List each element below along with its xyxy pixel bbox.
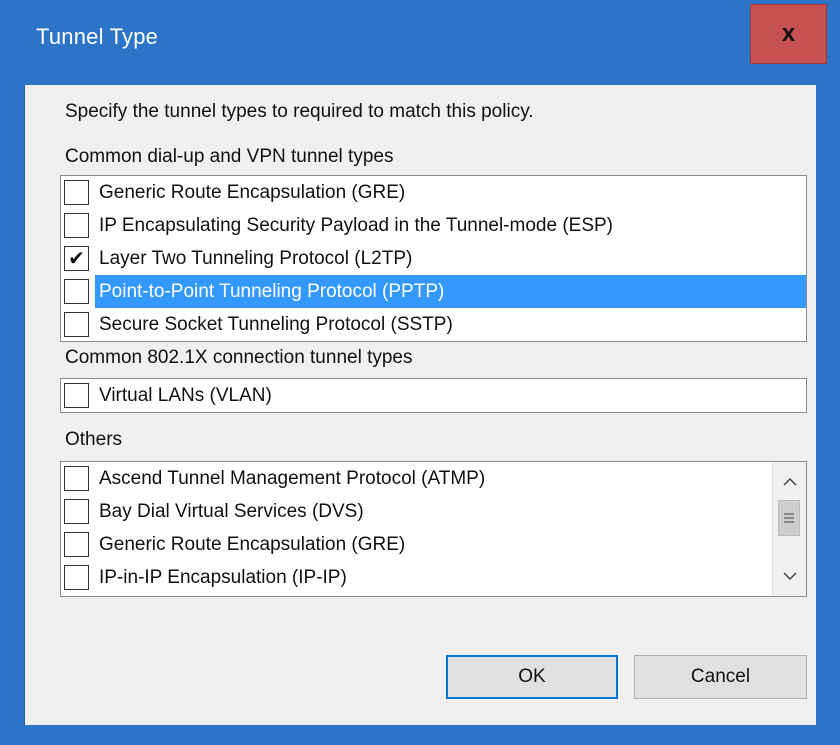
scroll-down-button[interactable] [773, 560, 806, 592]
list-item-label: IP Encapsulating Security Payload in the… [99, 214, 613, 236]
list-item-label: Secure Socket Tunneling Protocol (SSTP) [99, 313, 453, 335]
list-item-selected[interactable]: Point-to-Point Tunneling Protocol (PPTP) [61, 275, 806, 308]
list-item-label: Generic Route Encapsulation (GRE) [99, 181, 406, 203]
dialog-body: Specify the tunnel types to required to … [24, 85, 816, 725]
ok-button[interactable]: OK [446, 655, 618, 699]
cancel-button[interactable]: Cancel [634, 655, 807, 699]
list-item[interactable]: Bay Dial Virtual Services (DVS) [61, 495, 806, 528]
close-icon: x [781, 20, 796, 47]
list-item[interactable]: Secure Socket Tunneling Protocol (SSTP) [61, 308, 806, 341]
8021x-tunnel-list[interactable]: Virtual LANs (VLAN) [60, 378, 807, 413]
list-item-label: Ascend Tunnel Management Protocol (ATMP) [99, 467, 486, 489]
vertical-scrollbar[interactable] [772, 462, 806, 596]
checkbox[interactable] [64, 466, 89, 491]
grip-icon [784, 513, 794, 523]
list-item[interactable]: Generic Route Encapsulation (GRE) [61, 176, 806, 209]
chevron-up-icon [782, 477, 797, 486]
instruction-text: Specify the tunnel types to required to … [65, 101, 534, 122]
list-item-label: Bay Dial Virtual Services (DVS) [99, 500, 364, 522]
checkbox[interactable] [64, 383, 89, 408]
scroll-up-button[interactable] [773, 466, 806, 498]
checkmark-icon: ✔ [68, 247, 85, 270]
list-item[interactable]: Ascend Tunnel Management Protocol (ATMP) [61, 462, 806, 495]
scroll-thumb[interactable] [778, 500, 800, 536]
dialog-window: Tunnel Type x Specify the tunnel types t… [0, 0, 840, 745]
checkbox[interactable] [64, 180, 89, 205]
list-item[interactable]: Generic Route Encapsulation (GRE) [61, 528, 806, 561]
close-button[interactable]: x [750, 4, 827, 64]
window-title: Tunnel Type [36, 24, 159, 49]
checkbox[interactable]: ✔ [64, 246, 89, 271]
group-label-others: Others [65, 429, 123, 450]
list-item[interactable]: ✔ Layer Two Tunneling Protocol (L2TP) [61, 242, 806, 275]
list-item-label: Point-to-Point Tunneling Protocol (PPTP) [95, 275, 806, 308]
list-item-label: Layer Two Tunneling Protocol (L2TP) [99, 247, 413, 269]
vpn-tunnel-list[interactable]: Generic Route Encapsulation (GRE) IP Enc… [60, 175, 807, 342]
list-item-label: Virtual LANs (VLAN) [99, 384, 272, 406]
checkbox[interactable] [64, 213, 89, 238]
checkbox[interactable] [64, 312, 89, 337]
list-item-label: IP-in-IP Encapsulation (IP-IP) [99, 566, 347, 588]
list-item-label: Generic Route Encapsulation (GRE) [99, 533, 406, 555]
list-item[interactable]: Virtual LANs (VLAN) [61, 379, 806, 412]
checkbox[interactable] [64, 499, 89, 524]
others-tunnel-list[interactable]: Ascend Tunnel Management Protocol (ATMP)… [60, 461, 807, 597]
checkbox[interactable] [64, 279, 89, 304]
group-label-vpn: Common dial-up and VPN tunnel types [65, 146, 394, 167]
list-item[interactable]: IP-in-IP Encapsulation (IP-IP) [61, 561, 806, 594]
group-label-8021x: Common 802.1X connection tunnel types [65, 347, 413, 368]
chevron-down-icon [782, 572, 797, 581]
checkbox[interactable] [64, 532, 89, 557]
list-item[interactable]: IP Encapsulating Security Payload in the… [61, 209, 806, 242]
title-bar[interactable]: Tunnel Type x [0, 0, 840, 85]
checkbox[interactable] [64, 565, 89, 590]
